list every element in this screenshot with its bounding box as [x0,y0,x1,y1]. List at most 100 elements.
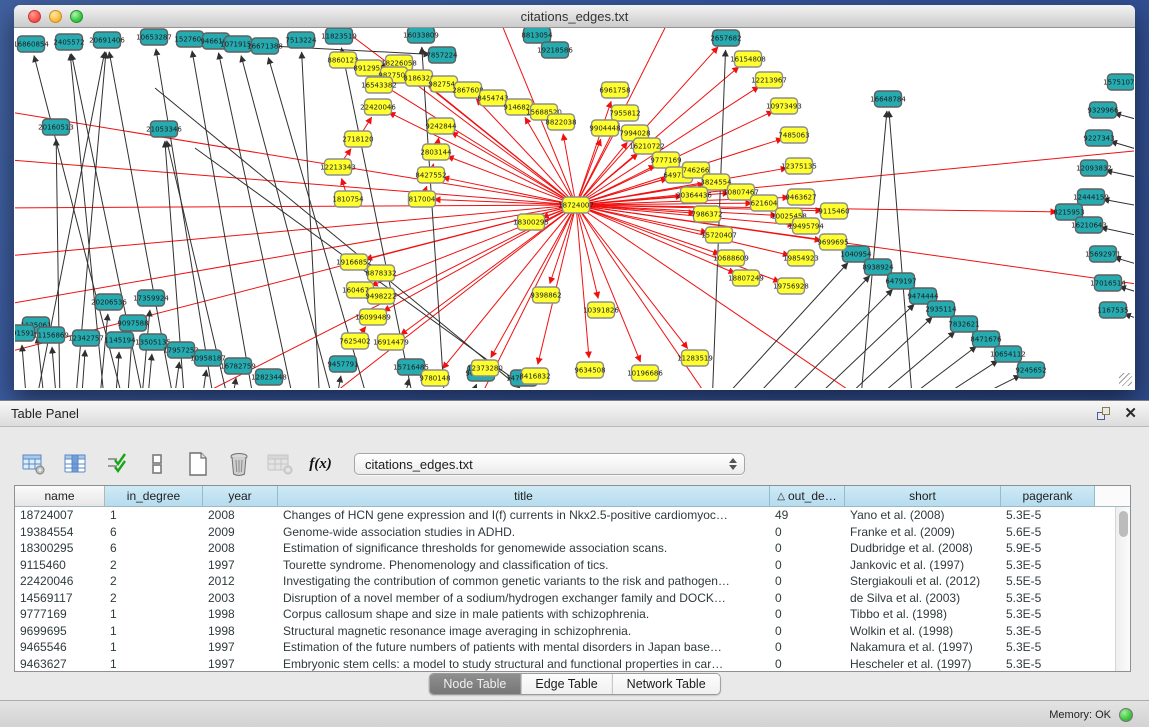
graph-edge[interactable] [371,205,576,286]
graph-node[interactable]: 9463627 [785,189,816,205]
float-panel-icon[interactable] [1097,407,1110,420]
tab-node-table[interactable]: Node Table [429,674,521,694]
table-vertical-scrollbar[interactable] [1115,507,1130,672]
delete-table-icon[interactable] [266,451,293,478]
tab-network-table[interactable]: Network Table [613,674,720,694]
graph-edge[interactable] [15,158,576,205]
graph-node[interactable]: 16914479 [373,334,409,350]
graph-node[interactable]: 17359924 [133,290,169,306]
graph-edge[interactable] [895,346,976,388]
graph-node[interactable]: 9777169 [650,152,681,168]
graph-edge[interactable] [52,347,57,388]
table-row[interactable]: 946362711997Embryonic stem cells: a mode… [15,656,1130,673]
column-header-year[interactable]: year [203,486,278,506]
graph-edge[interactable] [447,156,576,205]
function-builder-icon[interactable]: f(x) [307,451,334,478]
graph-node[interactable]: 16033809 [403,28,439,43]
table-row[interactable]: 969969511998Structural magnetic resonanc… [15,623,1130,640]
graph-node[interactable]: 19854923 [783,250,819,266]
graph-node[interactable]: 9398862 [530,287,561,303]
graph-node[interactable]: 19495794 [788,218,824,234]
graph-edge[interactable] [302,52,320,388]
table-select-dropdown[interactable]: citations_edges.txt [354,453,745,475]
column-header-name[interactable]: name [15,486,105,506]
table-row[interactable]: 977716911998Corpus callosum shape and si… [15,606,1130,623]
graph-node[interactable]: 9780148 [419,370,450,386]
graph-node[interactable]: 817004 [409,191,436,207]
graph-node[interactable]: 22420046 [360,99,396,115]
table-row[interactable]: 2242004622012Investigating the contribut… [15,573,1130,590]
graph-node[interactable]: 10196686 [627,365,663,381]
scrollbar-thumb[interactable] [1119,511,1128,537]
graph-edge[interactable] [15,205,576,258]
graph-node[interactable]: 6961758 [599,82,630,98]
graph-edge[interactable] [15,205,576,208]
graph-node[interactable]: 18300295 [513,214,549,230]
graph-node[interactable]: 9329966 [1087,102,1119,118]
graph-node[interactable]: 16543382 [361,77,397,93]
graph-node[interactable]: 19218586 [537,42,573,58]
graph-node[interactable]: 2657682 [710,30,741,46]
graph-node[interactable]: 10654112 [990,346,1026,362]
graph-node[interactable]: 2803144 [420,144,452,160]
show-columns-icon[interactable] [61,451,88,478]
graph-node[interactable]: 15692971 [1085,246,1121,262]
graph-node[interactable]: 16782759 [220,358,256,374]
graph-node[interactable]: 16860854 [15,36,49,52]
graph-node[interactable]: 12444159 [1073,189,1109,205]
graph-edge[interactable] [219,53,295,388]
graph-node[interactable]: 9498222 [365,288,396,304]
graph-edge[interactable] [1115,257,1134,268]
graph-edge[interactable] [451,132,576,205]
graph-node[interactable]: 9245652 [1015,362,1046,378]
graph-node[interactable]: 17016514 [1090,275,1126,291]
graph-node[interactable]: 12342757 [68,330,104,346]
graph-edge[interactable] [22,345,27,388]
graph-node[interactable]: 621604 [751,195,778,211]
graph-edge[interactable] [201,370,206,388]
graph-node[interactable]: 15720407 [701,227,737,243]
zoom-button[interactable] [70,10,83,23]
unselect-all-icon[interactable] [143,451,170,478]
graph-edge[interactable] [805,304,914,388]
graph-node[interactable]: 11156869 [33,327,69,343]
graph-node[interactable]: 12375135 [781,158,817,174]
graph-edge[interactable] [467,384,477,388]
graph-edge[interactable] [15,108,576,205]
memory-status-icon[interactable] [1119,708,1133,722]
table-row[interactable]: 946554611997Estimation of the future num… [15,639,1130,656]
graph-edge[interactable] [81,350,85,388]
graph-node[interactable]: 21053346 [146,121,182,137]
graph-node[interactable]: 9115460 [818,203,849,219]
graph-node[interactable]: 12093832 [1076,160,1112,176]
graph-node[interactable]: 9457791 [327,356,358,372]
graph-node[interactable]: 20691406 [89,32,125,48]
graph-node[interactable]: 16099489 [355,309,391,325]
column-header-out_de[interactable]: △out_de… [770,486,845,506]
graph-node[interactable]: 10973493 [766,98,802,114]
graph-node[interactable]: 8416832 [519,368,550,384]
graph-node[interactable]: 20364436 [676,187,712,203]
graph-node[interactable]: 7857224 [426,47,458,63]
graph-node[interactable]: 12213343 [320,159,356,175]
tab-edge-table[interactable]: Edge Table [521,674,612,694]
graph-node[interactable]: 8822038 [545,114,576,130]
column-header-title[interactable]: title [278,486,770,506]
graph-node[interactable]: 1145194 [104,332,136,348]
graph-node[interactable]: 6479197 [885,273,916,289]
graph-node[interactable]: 8427552 [415,167,446,183]
graph-node[interactable]: 10688609 [713,250,749,266]
graph-node[interactable]: 2405572 [53,34,84,50]
graph-node[interactable]: 10653287 [136,29,172,45]
graph-node[interactable]: 8813054 [521,28,553,43]
graph-edge[interactable] [775,290,893,388]
graph-node[interactable]: 18807249 [728,270,764,286]
graph-node[interactable]: 16210643 [1071,217,1107,233]
column-header-pagerank[interactable]: pagerank [1001,486,1095,506]
graph-node[interactable]: 19166852 [336,254,372,270]
canvas-resize-grip[interactable] [1119,373,1132,386]
graph-node[interactable]: 7513224 [285,32,317,48]
table-row[interactable]: 911546021997Tourette syndrome. Phenomeno… [15,557,1130,574]
graph-node[interactable]: 7986372 [691,206,722,222]
graph-node[interactable]: 20160513 [38,119,74,135]
